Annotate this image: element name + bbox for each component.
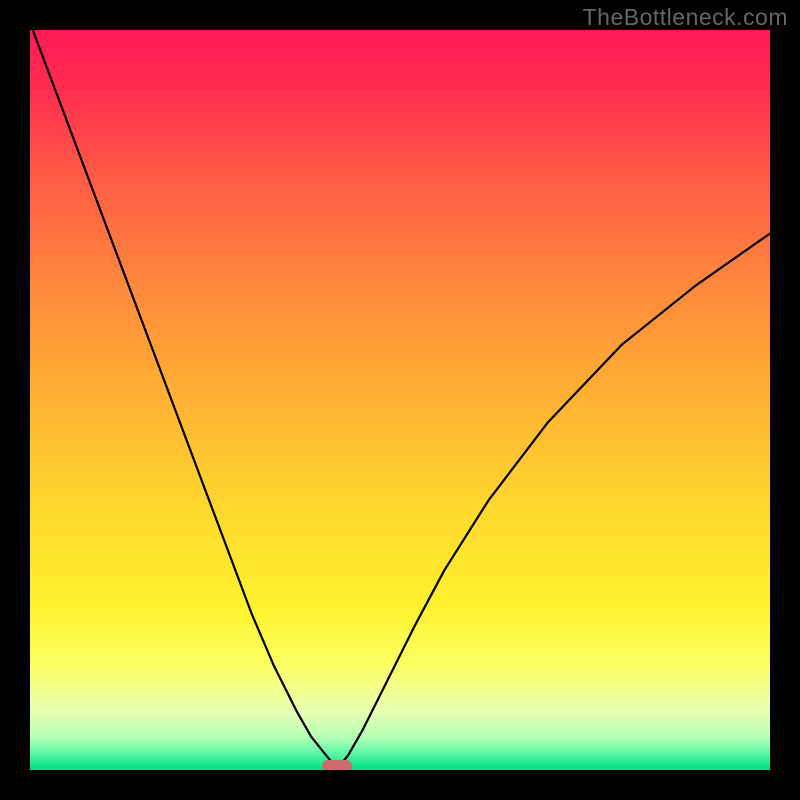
chart-frame: TheBottleneck.com [0, 0, 800, 800]
plot-area [30, 30, 770, 770]
bottleneck-curve [30, 30, 770, 768]
curve-svg [30, 30, 770, 770]
bottleneck-marker [322, 760, 352, 770]
watermark-text: TheBottleneck.com [583, 4, 788, 31]
